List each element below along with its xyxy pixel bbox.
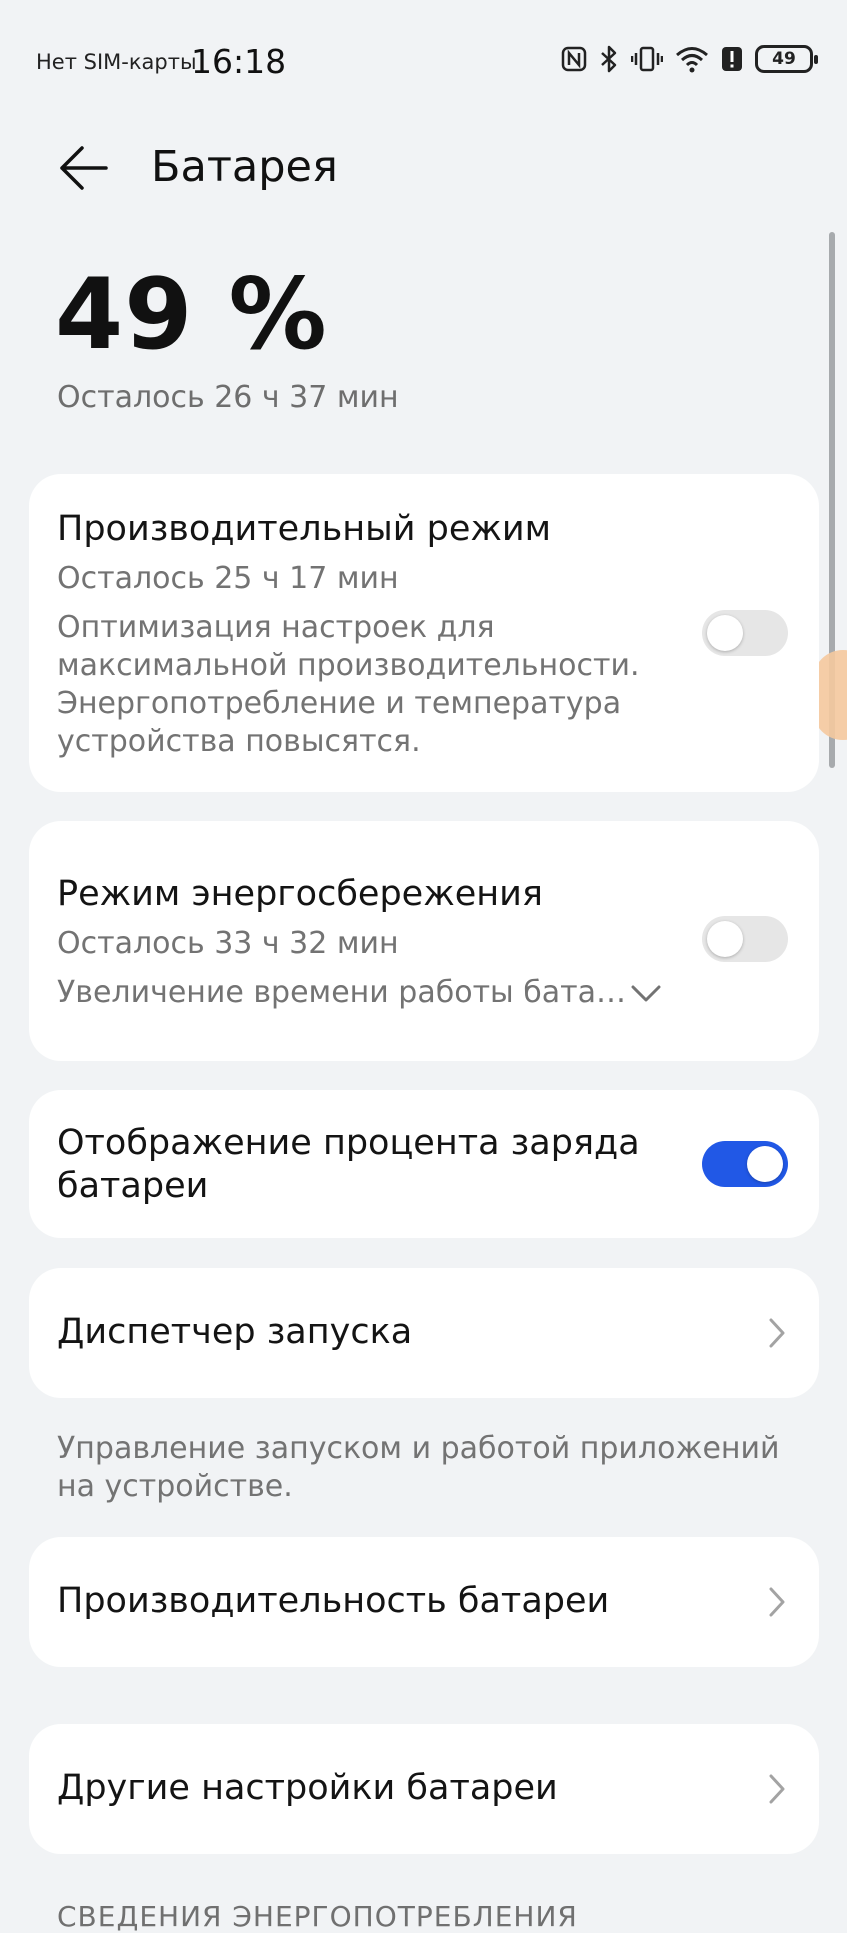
vibrate-icon — [631, 45, 663, 73]
performance-mode-desc-line: Энергопотребление и температура — [57, 686, 622, 721]
battery-percent: 49 % — [55, 258, 328, 372]
launch-manager-card[interactable]: Диспетчер запуска — [29, 1268, 819, 1398]
bluetooth-icon — [599, 44, 619, 74]
show-percentage-title-line: батареи — [57, 1166, 209, 1206]
launch-manager-title: Диспетчер запуска — [57, 1312, 413, 1352]
toggle-knob — [747, 1146, 783, 1182]
status-icons: 49 — [561, 44, 818, 74]
power-saving-title: Режим энергосбережения — [57, 874, 543, 914]
performance-mode-card: Производительный режим Осталось 25 ч 17 … — [29, 474, 819, 792]
power-saving-description: Увеличение времени работы бата… — [57, 975, 627, 1010]
show-percentage-toggle[interactable] — [702, 1141, 788, 1187]
other-settings-card[interactable]: Другие настройки батареи — [29, 1724, 819, 1854]
performance-mode-desc-line: Оптимизация настроек для — [57, 610, 495, 645]
performance-mode-toggle[interactable] — [702, 610, 788, 656]
power-saving-toggle[interactable] — [702, 916, 788, 962]
performance-mode-title: Производительный режим — [57, 509, 552, 549]
power-saving-remaining: Осталось 33 ч 32 мин — [57, 926, 399, 961]
launch-manager-note-line: Управление запуском и работой приложений — [57, 1431, 780, 1466]
battery-performance-title: Производительность батареи — [57, 1581, 610, 1621]
chevron-down-icon — [631, 985, 661, 1002]
arrow-left-icon — [60, 146, 108, 190]
power-saving-card: Режим энергосбережения Осталось 33 ч 32 … — [29, 821, 819, 1061]
page-title: Батарея — [151, 142, 338, 192]
toggle-knob — [707, 921, 743, 957]
launch-manager-note-line: на устройстве. — [57, 1469, 293, 1504]
other-settings-title: Другие настройки батареи — [57, 1768, 558, 1808]
show-percentage-card: Отображение процента заряда батареи — [29, 1090, 819, 1238]
performance-mode-remaining: Осталось 25 ч 17 мин — [57, 561, 399, 596]
battery-alert-icon — [721, 45, 743, 73]
status-bar: Нет SIM-карты 16:18 49 — [0, 0, 847, 120]
chevron-right-icon — [769, 1318, 785, 1348]
chevron-right-icon — [769, 1587, 785, 1617]
wifi-icon — [675, 45, 709, 73]
battery-remaining: Осталось 26 ч 37 мин — [57, 380, 399, 415]
battery-performance-card[interactable]: Производительность батареи — [29, 1537, 819, 1667]
carrier-label: Нет SIM-карты — [36, 50, 197, 74]
toggle-knob — [707, 615, 743, 651]
performance-mode-desc-line: максимальной производительности. — [57, 648, 640, 683]
performance-mode-desc-line: устройства повысятся. — [57, 724, 421, 759]
back-button[interactable] — [56, 140, 112, 196]
nfc-icon — [561, 46, 587, 72]
expand-description-button[interactable] — [629, 981, 663, 1005]
clock: 16:18 — [191, 42, 287, 81]
show-percentage-title-line: Отображение процента заряда — [57, 1123, 640, 1163]
battery-icon: 49 — [755, 45, 818, 73]
section-header: СВЕДЕНИЯ ЭНЕРГОПОТРЕБЛЕНИЯ — [57, 1900, 578, 1933]
chevron-right-icon — [769, 1774, 785, 1804]
